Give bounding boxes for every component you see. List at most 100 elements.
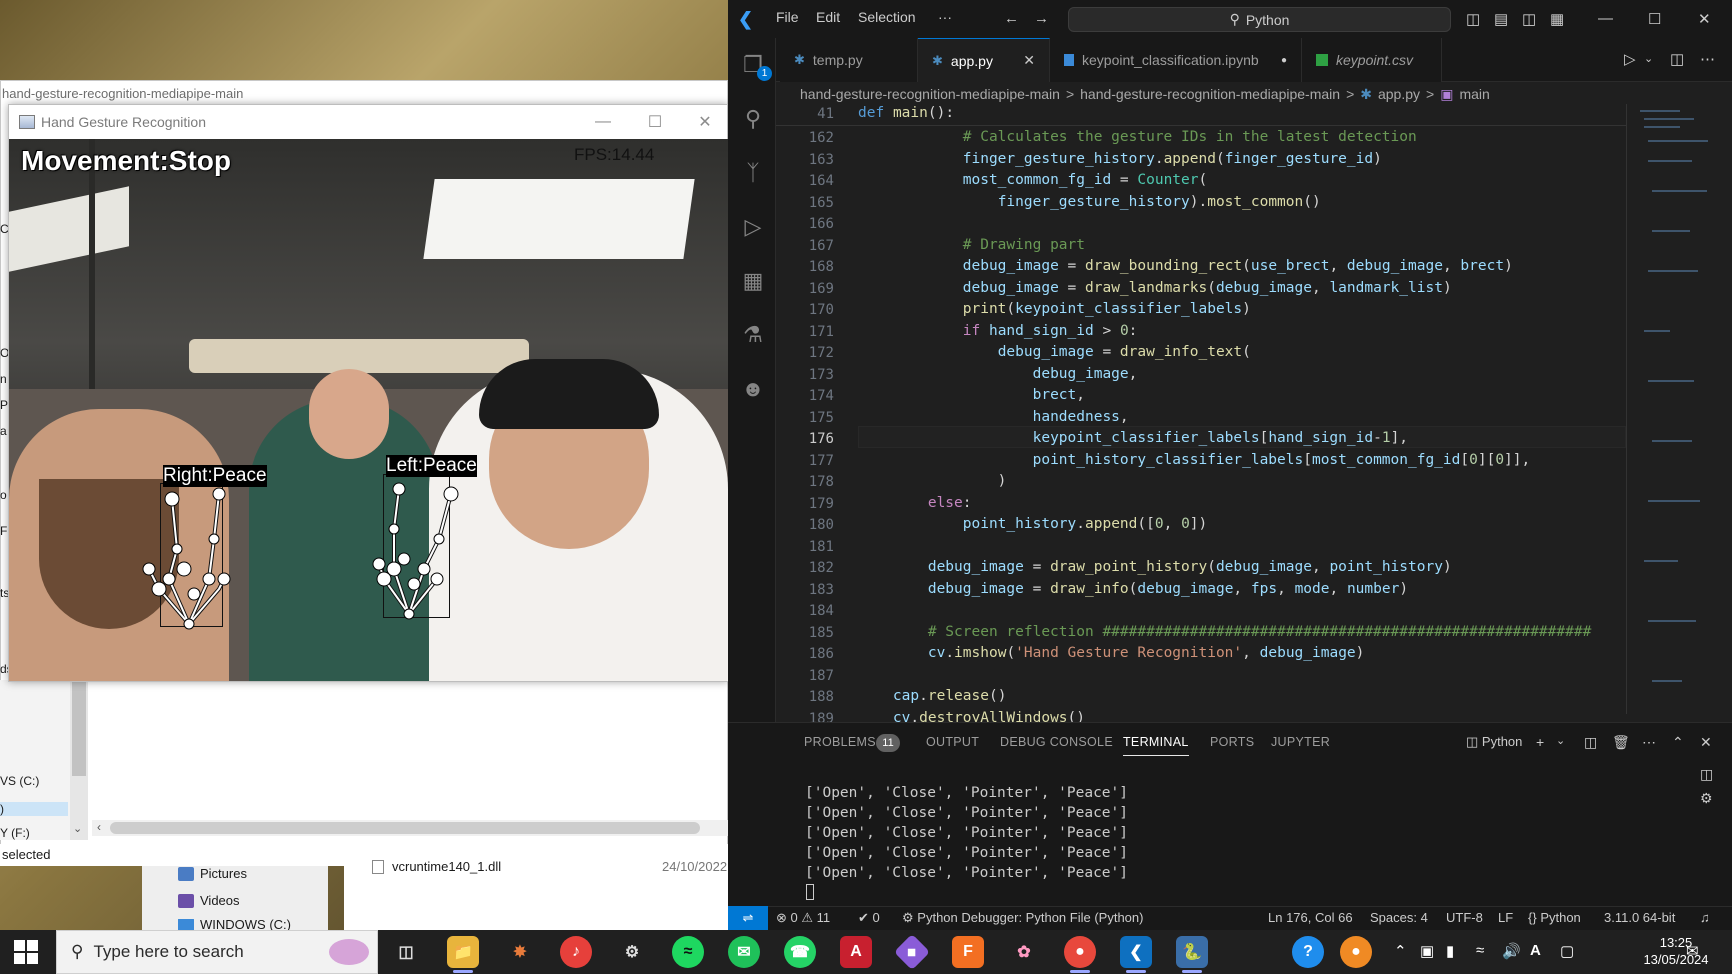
acrobat-icon[interactable]: A [840, 936, 872, 968]
paint-app-icon[interactable]: ✿ [1008, 936, 1040, 968]
code-line[interactable]: brect, [858, 387, 1085, 403]
code-line[interactable]: point_history.append([0, 0]) [858, 516, 1208, 532]
split-terminal-icon[interactable]: ◫ [1584, 734, 1597, 751]
code-line[interactable]: ) [858, 473, 1007, 489]
code-line[interactable]: # Screen reflection ####################… [858, 624, 1591, 640]
debugger-status[interactable]: ⚙ Python Debugger: Python File (Python) [902, 910, 1143, 926]
settings-gear-icon[interactable]: ⚙ [616, 936, 648, 968]
maximize-button[interactable]: ☐ [629, 105, 681, 139]
back-arrow-icon[interactable]: ← [1004, 10, 1019, 27]
toggle-secondary-sidebar-icon[interactable]: ◫ [1522, 10, 1536, 28]
explorer-sidebar-fragment[interactable]: o [0, 488, 7, 502]
tab-terminal[interactable]: TERMINAL [1123, 735, 1189, 756]
tab-debug-console[interactable]: DEBUG CONSOLE [1000, 735, 1113, 749]
wifi-icon[interactable]: ≈ [1476, 942, 1484, 959]
language-status[interactable]: {} Python [1528, 910, 1581, 925]
indentation-status[interactable]: Spaces: 4 [1370, 910, 1428, 925]
input-language-icon[interactable]: A [1530, 942, 1541, 959]
python-app-icon[interactable]: 🐍 [1176, 936, 1208, 968]
breadcrumb[interactable]: hand-gesture-recognition-mediapipe-main … [800, 83, 1490, 105]
task-view-icon[interactable]: ◫ [390, 936, 422, 968]
nav-item-windows-c[interactable]: WINDOWS (C:) [178, 919, 291, 930]
code-line[interactable]: debug_image, [858, 366, 1138, 382]
tab-keypoint-csv[interactable]: keypoint.csv [1302, 38, 1442, 82]
testing-icon[interactable]: ⚗ [740, 322, 766, 348]
code-line[interactable]: cv.destroyAllWindows() [858, 710, 1085, 722]
code-line[interactable]: debug_image = draw_point_history(debug_i… [858, 559, 1452, 575]
explorer-sidebar-fragment[interactable]: P [0, 398, 8, 412]
notification-app-icon[interactable]: ● [1340, 936, 1372, 968]
more-actions-icon[interactable]: ⋯ [1642, 734, 1656, 751]
battery-icon[interactable]: ▮ [1446, 942, 1454, 960]
breadcrumb-file[interactable]: app.py [1378, 86, 1420, 102]
code-line[interactable]: # Drawing part [858, 237, 1085, 253]
ports-status[interactable]: ✔ 0 [858, 910, 880, 926]
code-line[interactable]: print(keypoint_classifier_labels) [858, 301, 1251, 317]
audio-app-icon[interactable]: ♪ [560, 936, 592, 968]
drive-c-item[interactable]: VS (C:) [0, 774, 39, 788]
close-button[interactable]: ✕ [679, 105, 731, 139]
help-icon[interactable]: ? [1292, 936, 1324, 968]
code-line[interactable]: debug_image = draw_bounding_rect(use_bre… [858, 258, 1513, 274]
code-line[interactable]: cap.release() [858, 688, 1007, 704]
foxit-icon[interactable]: F [952, 936, 984, 968]
explorer-file-list[interactable] [344, 866, 728, 930]
code-line[interactable]: if hand_sign_id > 0: [858, 323, 1138, 339]
tab-jupyter[interactable]: JUPYTER [1271, 735, 1330, 749]
interpreter-status[interactable]: 3.11.0 64-bit [1604, 910, 1675, 925]
maximize-panel-icon[interactable]: ⌃ [1672, 734, 1684, 751]
run-python-file-icon[interactable]: ▷ [1624, 50, 1636, 68]
source-control-icon[interactable]: ᛉ [740, 160, 766, 186]
chevron-down-icon[interactable]: ⌄ [73, 822, 82, 835]
split-editor-icon[interactable]: ◫ [1670, 50, 1684, 68]
code-line[interactable]: finger_gesture_history.append(finger_ges… [858, 151, 1382, 167]
explorer-sidebar-fragment[interactable]: n [0, 372, 7, 386]
pinwheel-app-icon[interactable]: ✸ [504, 936, 536, 968]
breadcrumb-folder[interactable]: hand-gesture-recognition-mediapipe-main [1080, 86, 1340, 102]
drive-selected-item[interactable]: ) [0, 802, 68, 816]
remote-indicator-icon[interactable]: ⇌ [728, 906, 768, 930]
terminal-profile[interactable]: ◫ Python [1466, 734, 1522, 750]
focus-tray-icon[interactable]: ▢ [1560, 942, 1574, 960]
run-debug-icon[interactable]: ▷ [740, 214, 766, 240]
chrome-icon[interactable]: ● [1064, 936, 1096, 968]
notifications-icon[interactable]: ✉ [1686, 942, 1699, 960]
menu-edit[interactable]: Edit [816, 9, 840, 25]
menu-more[interactable]: ··· [938, 9, 952, 25]
cursor-position[interactable]: Ln 176, Col 66 [1268, 910, 1353, 925]
code-line[interactable]: debug_image = draw_landmarks(debug_image… [858, 280, 1452, 296]
code-line[interactable]: cv.imshow('Hand Gesture Recognition', de… [858, 645, 1365, 661]
chevron-up-icon[interactable]: ⌃ [1394, 942, 1407, 960]
tab-app-py[interactable]: ✱ app.py ✕ [918, 38, 1050, 82]
nav-item-pictures[interactable]: Pictures [178, 866, 247, 881]
volume-icon[interactable]: 🔊 [1502, 942, 1521, 960]
explorer-sidebar-fragment[interactable]: F [0, 524, 7, 538]
forward-arrow-icon[interactable]: → [1034, 10, 1049, 27]
minimap-slider[interactable] [1626, 104, 1722, 714]
code-line[interactable]: debug_image = draw_info(debug_image, fps… [858, 581, 1408, 597]
terminal-instance-icon[interactable]: ◫ [1700, 766, 1713, 783]
github-copilot-icon[interactable]: ☻ [740, 376, 766, 402]
drive-f-item[interactable]: Y (F:) [0, 826, 30, 840]
tab-ports[interactable]: PORTS [1210, 735, 1254, 749]
whatsapp-icon[interactable]: ☎ [784, 936, 816, 968]
scrollbar-thumb[interactable] [72, 680, 86, 776]
camera-tray-icon[interactable]: ▣ [1420, 942, 1434, 960]
code-line[interactable]: finger_gesture_history).most_common() [858, 194, 1321, 210]
unsaved-dot-icon[interactable]: ● [1281, 55, 1287, 66]
search-icon[interactable]: ⚲ [740, 106, 766, 132]
customize-layout-icon[interactable]: ▦ [1550, 10, 1564, 28]
new-terminal-icon[interactable]: + [1536, 734, 1544, 750]
trash-icon[interactable]: 🗑 [1612, 734, 1630, 751]
debug-terminal-icon[interactable]: ⚙ [1700, 790, 1713, 807]
code-line[interactable]: debug_image = draw_info_text( [858, 344, 1251, 360]
explorer-nav-pane[interactable] [0, 680, 70, 840]
tab-keypoint-classification-ipynb[interactable]: keypoint_classification.ipynb ● [1050, 38, 1302, 82]
windows-start-icon[interactable] [12, 938, 40, 966]
code-line[interactable]: point_history_classifier_labels[most_com… [858, 452, 1531, 468]
tab-temp-py[interactable]: ✱ temp.py [780, 38, 918, 82]
code-line[interactable]: # Calculates the gesture IDs in the late… [858, 129, 1417, 145]
vscode-taskbar-icon[interactable]: ❮ [1120, 936, 1152, 968]
code-line[interactable]: most_common_fg_id = Counter( [858, 172, 1207, 188]
chevron-down-icon[interactable]: ⌄ [1644, 52, 1653, 65]
